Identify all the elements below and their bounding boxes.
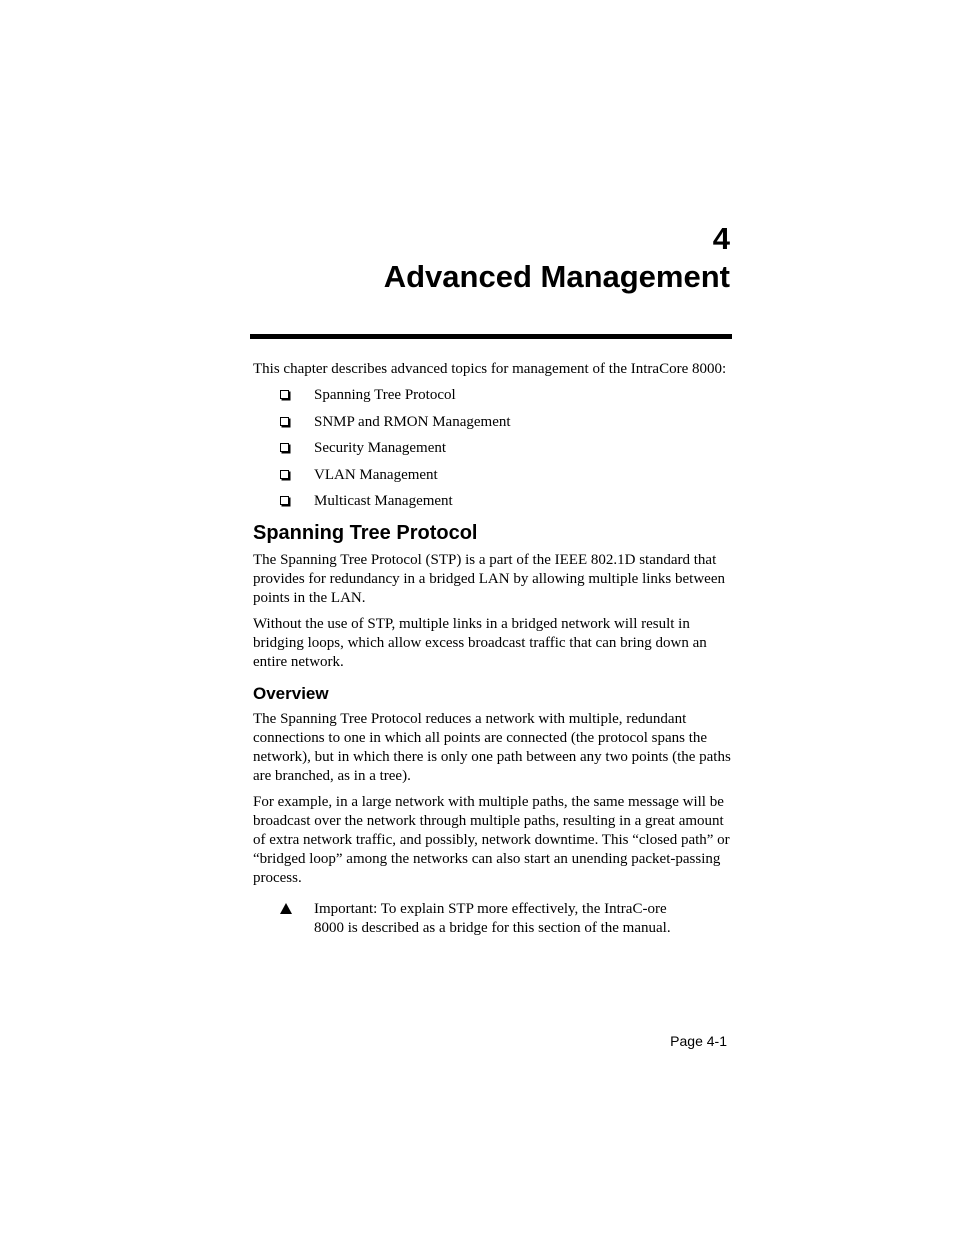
list-item: VLAN Management (253, 466, 733, 485)
topic-label: Multicast Management (314, 493, 453, 509)
box-bullet-icon (280, 443, 289, 452)
box-bullet-icon (280, 416, 289, 426)
page-number: Page 4-1 (670, 1033, 727, 1049)
list-item: Spanning Tree Protocol (253, 386, 733, 405)
page-content: This chapter describes advanced topics f… (253, 360, 733, 938)
topic-label: Spanning Tree Protocol (314, 387, 456, 403)
intro-paragraph: This chapter describes advanced topics f… (253, 361, 727, 377)
box-bullet-icon (280, 469, 289, 479)
chapter-number: 4 (712, 221, 730, 256)
subsection-paragraph: For example, in a large network with mul… (253, 794, 730, 886)
note-text: Important: To explain STP more effective… (314, 901, 671, 936)
box-bullet-icon (280, 390, 289, 399)
section-paragraph: Without the use of STP, multiple links i… (253, 616, 707, 670)
box-bullet-icon (280, 496, 289, 505)
topic-label: Security Management (314, 440, 447, 456)
subsection-paragraph: The Spanning Tree Protocol reduces a net… (253, 711, 731, 784)
topic-label: VLAN Management (314, 466, 438, 483)
list-item: SNMP and RMON Management (253, 413, 733, 432)
section-paragraph: The Spanning Tree Protocol (STP) is a pa… (253, 552, 725, 606)
chapter-rule (250, 334, 732, 339)
section-heading: Spanning Tree Protocol (253, 522, 478, 544)
important-note: Important: To explain STP more effective… (253, 900, 674, 938)
subsection-heading: Overview (253, 684, 329, 703)
chapter-title: Advanced Management (383, 259, 730, 294)
document-page: 4 Advanced Management This chapter descr… (0, 0, 954, 1235)
topic-list: Spanning Tree Protocol SNMP and RMON Man… (253, 386, 733, 511)
triangle-icon (280, 903, 292, 914)
list-item: Security Management (253, 439, 733, 458)
topic-label: SNMP and RMON Management (314, 413, 511, 430)
list-item: Multicast Management (253, 492, 733, 511)
